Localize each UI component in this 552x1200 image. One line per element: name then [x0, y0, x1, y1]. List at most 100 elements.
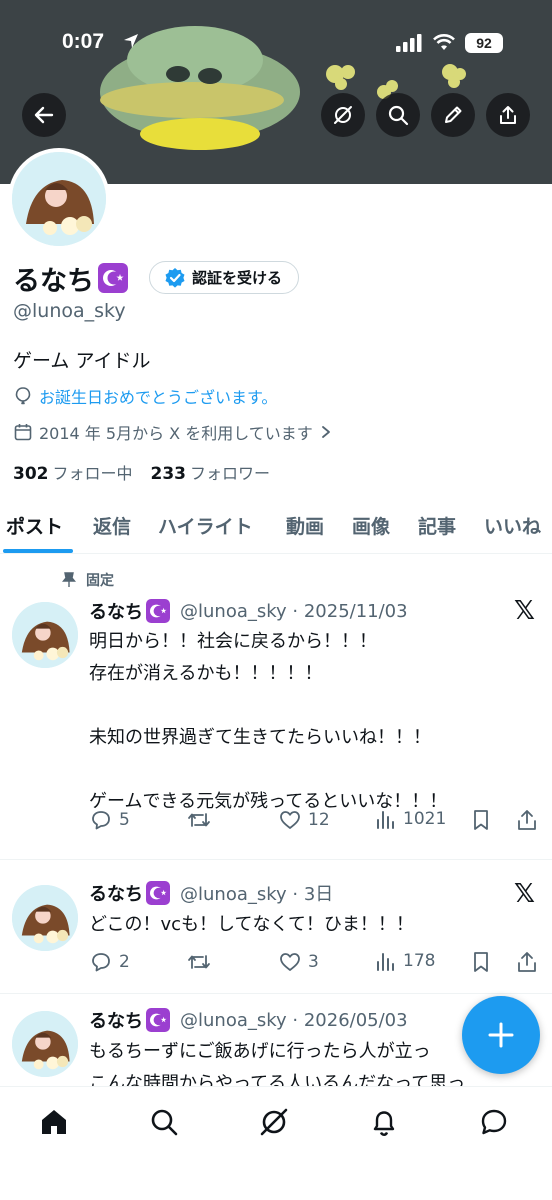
followers-link[interactable]: 233 フォロワー	[151, 460, 271, 484]
tab-videos[interactable]: 動画	[286, 512, 324, 539]
post-header: るなち @lunoa_sky · 3日	[89, 880, 333, 906]
repost-button[interactable]	[186, 950, 218, 974]
avatar-image	[12, 885, 78, 951]
profile-avatar[interactable]	[8, 148, 110, 250]
views-button[interactable]: 178	[375, 950, 435, 972]
tab-images[interactable]: 画像	[352, 512, 390, 539]
nav-notifications[interactable]	[367, 1105, 401, 1139]
bookmark-icon	[474, 810, 488, 830]
tab-highlights[interactable]: ハイライト	[158, 512, 253, 539]
share-post-button[interactable]	[515, 950, 539, 974]
bookmark-button[interactable]	[470, 950, 492, 974]
profile-bio: ゲーム アイドル	[13, 350, 151, 372]
repost-icon	[188, 955, 210, 969]
grok-button[interactable]	[321, 93, 365, 137]
post-avatar[interactable]	[12, 602, 78, 668]
post-author-name[interactable]: るなち	[89, 880, 143, 906]
star-and-crescent-emoji-icon	[146, 1008, 170, 1032]
post-divider	[0, 859, 552, 860]
plus-icon	[488, 1022, 514, 1048]
reply-icon	[92, 953, 110, 972]
bookmark-button[interactable]	[470, 808, 492, 832]
star-and-crescent-emoji-icon	[98, 263, 128, 293]
location-arrow-icon	[124, 34, 138, 48]
view-count: 1021	[403, 809, 447, 829]
share-icon	[500, 106, 516, 124]
views-button[interactable]: 1021	[375, 808, 446, 830]
post-author-name[interactable]: るなち	[89, 598, 143, 624]
birthday-text[interactable]: お誕生日おめでとうございます。	[39, 384, 277, 408]
like-button[interactable]: 3	[278, 950, 319, 974]
profile-tabs: ポスト 返信 ハイライト 動画 画像 記事 いいね	[0, 500, 552, 554]
avatar-image	[12, 152, 106, 246]
reply-count: 2	[119, 952, 130, 972]
tab-articles[interactable]: 記事	[418, 512, 456, 539]
search-button[interactable]	[376, 93, 420, 137]
status-bar: 0:07 92	[0, 0, 552, 88]
heart-icon	[280, 953, 300, 971]
post-avatar[interactable]	[12, 1011, 78, 1077]
tab-likes[interactable]: いいね	[484, 512, 541, 539]
avatar-image	[12, 1011, 78, 1077]
nav-messages[interactable]	[477, 1105, 511, 1139]
verified-badge-icon	[165, 267, 185, 288]
display-name-row: るなち	[13, 258, 128, 298]
status-time: 0:07	[62, 30, 105, 53]
post-text: 明日から！！社会に戻るから！！！ 存在が消えるかも！！！！！ 未知の世界過ぎて生…	[89, 631, 448, 812]
post-header: るなち @lunoa_sky · 2025/11/03	[89, 598, 408, 624]
x-logo-icon[interactable]: 𝕏	[514, 879, 535, 909]
tab-posts[interactable]: ポスト	[6, 512, 63, 539]
repost-icon	[188, 813, 210, 827]
nav-search[interactable]	[147, 1105, 181, 1139]
share-post-button[interactable]	[515, 808, 539, 832]
edit-profile-button[interactable]	[431, 93, 475, 137]
x-logo-icon[interactable]: 𝕏	[514, 596, 535, 626]
followers-label: フォロワー	[190, 464, 271, 483]
tab-replies[interactable]: 返信	[93, 512, 131, 539]
post-meta: @lunoa_sky · 2025/11/03	[180, 600, 408, 622]
avatar-image	[12, 602, 78, 668]
following-link[interactable]: 302 フォロー中	[13, 460, 133, 484]
nav-grok[interactable]	[257, 1105, 291, 1139]
active-tab-indicator	[3, 549, 73, 553]
reply-button[interactable]: 2	[89, 950, 130, 974]
back-button[interactable]	[22, 93, 66, 137]
search-icon	[388, 105, 409, 126]
reply-count: 5	[119, 810, 130, 830]
nav-home[interactable]	[37, 1105, 71, 1139]
wifi-icon	[433, 34, 455, 50]
chat-bubble-icon	[481, 1109, 507, 1135]
joined-text: 2014 年 5月から X を利用しています	[39, 424, 313, 443]
pinned-label: 固定	[62, 570, 114, 590]
post-text: どこの！vcも！してなくて！ひま！！！	[89, 914, 414, 935]
get-verified-button[interactable]: 認証を受ける	[149, 261, 300, 294]
grok-icon	[334, 106, 352, 124]
post-author-name[interactable]: るなち	[89, 1007, 143, 1033]
birthday-row: お誕生日おめでとうございます。	[13, 384, 277, 408]
calendar-icon	[14, 424, 32, 441]
cellular-signal-icon	[396, 34, 422, 52]
pinned-text: 固定	[86, 573, 114, 589]
share-button[interactable]	[486, 93, 530, 137]
bookmark-icon	[474, 952, 488, 972]
like-count: 12	[308, 810, 330, 830]
battery-indicator: 92	[465, 33, 503, 53]
bell-icon	[373, 1111, 395, 1136]
reply-button[interactable]: 5	[89, 808, 130, 832]
pin-icon	[62, 572, 76, 587]
bottom-navigation	[0, 1086, 552, 1200]
reply-icon	[92, 811, 110, 830]
joined-row[interactable]: 2014 年 5月から X を利用しています	[13, 420, 333, 444]
like-button[interactable]: 12	[278, 808, 330, 832]
grok-icon	[260, 1108, 288, 1136]
heart-icon	[280, 811, 300, 829]
follow-stats: 302 フォロー中 233 フォロワー	[13, 460, 270, 484]
display-name: るなち	[13, 265, 94, 297]
post-meta: @lunoa_sky · 2026/05/03	[180, 1009, 408, 1031]
post-avatar[interactable]	[12, 885, 78, 951]
repost-button[interactable]	[186, 808, 218, 832]
star-and-crescent-emoji-icon	[146, 881, 170, 905]
compose-post-button[interactable]	[462, 996, 540, 1074]
bar-chart-icon	[377, 811, 394, 829]
balloon-icon	[15, 387, 31, 405]
